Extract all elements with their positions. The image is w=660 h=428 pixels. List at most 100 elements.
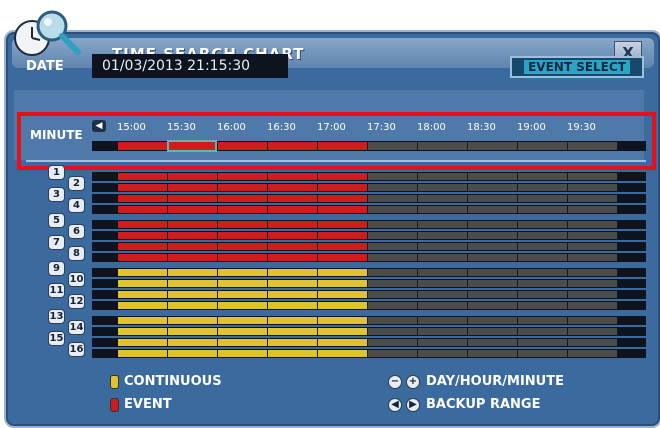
camera-button-6[interactable]: 6 — [68, 224, 85, 239]
timeline-cell[interactable] — [268, 317, 318, 324]
timeline-cell[interactable] — [568, 173, 618, 180]
timeline-cell[interactable] — [218, 317, 268, 324]
timeline-cell[interactable] — [118, 173, 168, 180]
timeline-cell[interactable] — [218, 195, 268, 202]
timeline-cell[interactable] — [518, 221, 568, 228]
timeline-cell[interactable] — [418, 195, 468, 202]
timeline-cell[interactable] — [418, 173, 468, 180]
camera-row[interactable] — [92, 268, 646, 277]
date-field[interactable]: 01/03/2013 21:15:30 — [92, 54, 288, 78]
timeline-cell[interactable] — [368, 291, 418, 298]
timeline-cell[interactable] — [268, 328, 318, 335]
timeline-cell[interactable] — [268, 221, 318, 228]
timeline-cell[interactable] — [268, 302, 318, 309]
timeline-cell[interactable] — [418, 232, 468, 239]
timeline-cell[interactable] — [418, 317, 468, 324]
timeline-cell[interactable] — [268, 291, 318, 298]
camera-button-12[interactable]: 12 — [68, 294, 85, 309]
timeline-cell[interactable] — [418, 302, 468, 309]
camera-button-8[interactable]: 8 — [68, 246, 85, 261]
timeline-cell[interactable] — [218, 221, 268, 228]
timeline-cell[interactable] — [518, 184, 568, 191]
timeline-cell[interactable] — [218, 350, 268, 357]
timeline-cell[interactable] — [518, 243, 568, 250]
timeline-cell[interactable] — [118, 184, 168, 191]
camera-row[interactable] — [92, 231, 646, 240]
timeline-cell[interactable] — [368, 328, 418, 335]
timeline-cell[interactable] — [518, 317, 568, 324]
timeline-cell[interactable] — [268, 339, 318, 346]
timeline-cell[interactable] — [318, 184, 368, 191]
timeline-cell[interactable] — [368, 339, 418, 346]
timeline-cell[interactable] — [518, 195, 568, 202]
timeline-cell[interactable] — [268, 350, 318, 357]
timeline-cell[interactable] — [368, 173, 418, 180]
timeline-cell[interactable] — [568, 302, 618, 309]
timeline-cell[interactable] — [318, 339, 368, 346]
timeline-cell[interactable] — [318, 317, 368, 324]
timeline-cell[interactable] — [268, 269, 318, 276]
timeline-cell[interactable] — [218, 339, 268, 346]
timeline-cell[interactable] — [318, 269, 368, 276]
timeline-cell[interactable] — [368, 206, 418, 213]
timeline-cell[interactable] — [168, 302, 218, 309]
timeline-cell[interactable] — [168, 254, 218, 261]
timeline-cell[interactable] — [418, 221, 468, 228]
timeline-cell[interactable] — [118, 317, 168, 324]
timeline-cell[interactable] — [368, 254, 418, 261]
timeline-cell[interactable] — [568, 221, 618, 228]
camera-row[interactable] — [92, 349, 646, 358]
timeline-cell[interactable] — [268, 254, 318, 261]
timeline-cell[interactable] — [368, 184, 418, 191]
timeline-cell[interactable] — [218, 173, 268, 180]
timeline-cell[interactable] — [468, 254, 518, 261]
timeline-cell[interactable] — [518, 254, 568, 261]
timeline-cell[interactable] — [518, 232, 568, 239]
timeline-cell[interactable] — [468, 328, 518, 335]
timeline-cell[interactable] — [168, 350, 218, 357]
timeline-cell[interactable] — [168, 339, 218, 346]
timeline-cell[interactable] — [218, 206, 268, 213]
timeline-cell[interactable] — [518, 339, 568, 346]
timeline-cell[interactable] — [218, 302, 268, 309]
timeline-cell[interactable] — [168, 232, 218, 239]
timeline-cell[interactable] — [118, 221, 168, 228]
timeline-cell[interactable] — [318, 195, 368, 202]
timeline-cell[interactable] — [518, 280, 568, 287]
timeline-cell[interactable] — [518, 173, 568, 180]
camera-button-4[interactable]: 4 — [68, 198, 85, 213]
timeline-cell[interactable] — [318, 206, 368, 213]
timeline-cell[interactable] — [418, 184, 468, 191]
timeline-cell[interactable] — [268, 195, 318, 202]
timeline-cell[interactable] — [418, 206, 468, 213]
timeline-cell[interactable] — [418, 328, 468, 335]
timeline-cell[interactable] — [468, 302, 518, 309]
camera-button-5[interactable]: 5 — [48, 213, 65, 228]
timeline-cell[interactable] — [168, 269, 218, 276]
camera-row[interactable] — [92, 290, 646, 299]
timeline-cell[interactable] — [118, 195, 168, 202]
camera-button-13[interactable]: 13 — [48, 309, 65, 324]
timeline-cell[interactable] — [568, 232, 618, 239]
event-select-button[interactable]: EVENT SELECT — [510, 56, 644, 78]
timeline-cell[interactable] — [268, 206, 318, 213]
timeline-cell[interactable] — [218, 280, 268, 287]
timeline-cell[interactable] — [118, 243, 168, 250]
timeline-cell[interactable] — [468, 243, 518, 250]
timeline-cell[interactable] — [418, 243, 468, 250]
timeline-cell[interactable] — [268, 173, 318, 180]
camera-button-9[interactable]: 9 — [48, 261, 65, 276]
timeline-cell[interactable] — [418, 350, 468, 357]
timeline-cell[interactable] — [368, 232, 418, 239]
timeline-cell[interactable] — [368, 221, 418, 228]
timeline-cell[interactable] — [468, 280, 518, 287]
timeline-cell[interactable] — [168, 206, 218, 213]
timeline-cell[interactable] — [218, 328, 268, 335]
timeline-cell[interactable] — [118, 291, 168, 298]
timeline-cell[interactable] — [168, 328, 218, 335]
camera-row[interactable] — [92, 301, 646, 310]
timeline-cell[interactable] — [318, 291, 368, 298]
camera-button-10[interactable]: 10 — [68, 272, 85, 287]
camera-button-16[interactable]: 16 — [68, 342, 85, 357]
timeline-cell[interactable] — [368, 195, 418, 202]
